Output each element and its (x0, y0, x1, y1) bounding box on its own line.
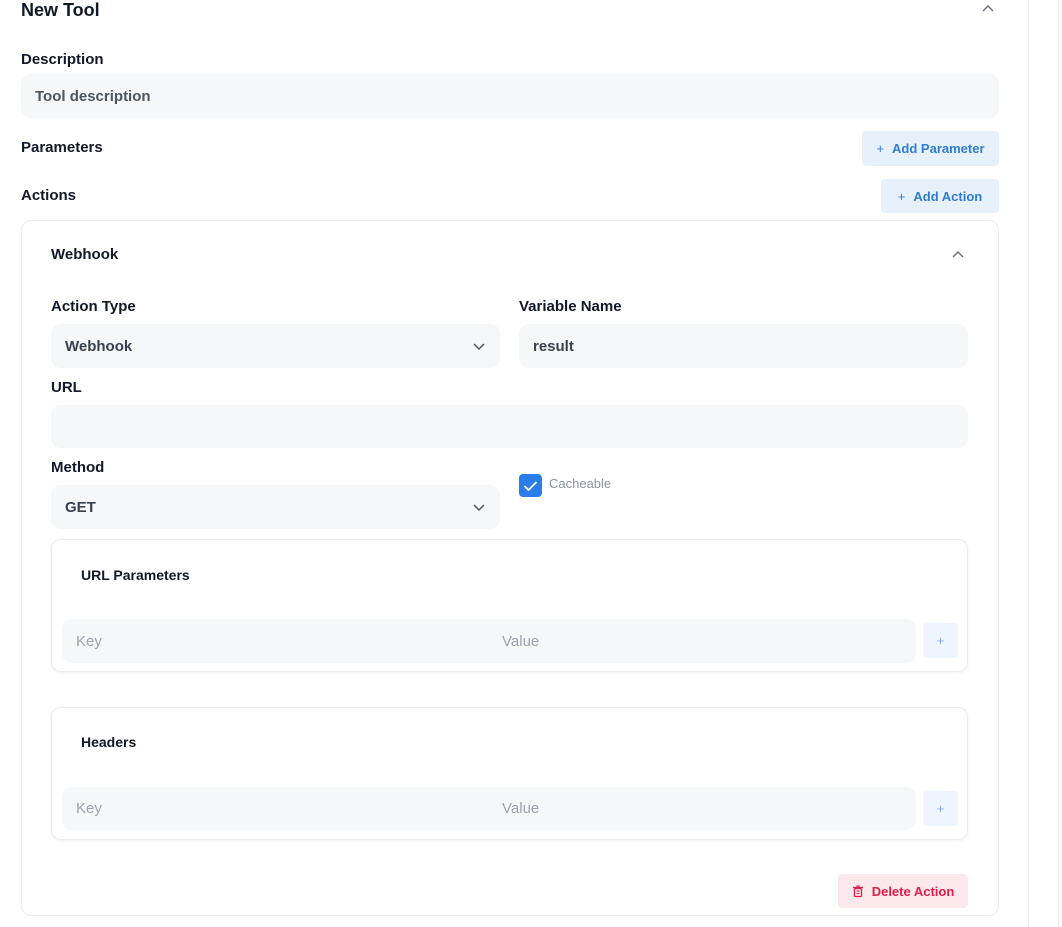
plus-icon: + (897, 188, 906, 204)
action-type-label: Action Type (51, 298, 136, 315)
action-type-select[interactable]: Webhook (51, 324, 500, 368)
tool-title: New Tool (21, 0, 100, 20)
key-placeholder: Key (76, 800, 102, 817)
variable-name-label: Variable Name (519, 298, 622, 315)
url-label: URL (51, 379, 82, 396)
chevron-down-icon (473, 343, 485, 351)
description-label: Description (21, 51, 104, 68)
plus-icon: + (936, 801, 945, 816)
scrollbar-track[interactable] (1058, 0, 1059, 927)
url-parameter-value-input[interactable]: Value (488, 619, 916, 663)
header-value-input[interactable]: Value (488, 787, 916, 830)
variable-name-value: result (533, 337, 574, 355)
header-row: Key Value (62, 787, 916, 830)
parameters-label: Parameters (21, 139, 103, 156)
headers-title: Headers (81, 734, 137, 750)
key-placeholder: Key (76, 632, 102, 650)
delete-action-button[interactable]: Delete Action (838, 874, 968, 908)
method-value: GET (65, 498, 96, 516)
add-action-button[interactable]: + Add Action (881, 179, 999, 213)
add-header-button[interactable]: + (923, 791, 958, 826)
collapse-tool-button[interactable] (980, 1, 998, 17)
chevron-down-icon (473, 504, 485, 512)
value-placeholder: Value (502, 800, 540, 817)
method-select[interactable]: GET (51, 485, 500, 529)
url-input[interactable] (51, 405, 968, 448)
collapse-action-button[interactable] (950, 247, 968, 263)
add-parameter-label: Add Parameter (892, 141, 985, 156)
actions-label: Actions (21, 187, 77, 204)
method-label: Method (51, 459, 105, 476)
description-value: Tool description (35, 87, 151, 105)
cacheable-label: Cacheable (549, 476, 612, 491)
panel-divider (1028, 0, 1029, 927)
variable-name-input[interactable]: result (519, 324, 968, 368)
url-parameter-row: Key Value (62, 619, 916, 663)
delete-action-label: Delete Action (871, 883, 955, 899)
action-type-value: Webhook (65, 337, 133, 355)
add-url-parameter-button[interactable]: + (923, 623, 958, 658)
tool-editor-page: New Tool Description Tool description Pa… (0, 0, 1062, 927)
trash-icon (852, 884, 863, 897)
add-parameter-button[interactable]: + Add Parameter (862, 131, 999, 166)
action-title: Webhook (51, 246, 119, 263)
add-action-label: Add Action (913, 188, 983, 204)
description-input[interactable]: Tool description (21, 74, 999, 118)
plus-icon: + (876, 141, 885, 156)
cacheable-checkbox[interactable] (519, 474, 542, 497)
value-placeholder: Value (502, 632, 540, 650)
chevron-up-icon (952, 250, 964, 258)
url-parameters-title: URL Parameters (81, 567, 190, 583)
url-parameter-key-input[interactable]: Key (62, 619, 488, 663)
header-key-input[interactable]: Key (62, 787, 488, 830)
plus-icon: + (936, 633, 945, 648)
check-icon (523, 480, 538, 491)
chevron-up-icon (982, 4, 994, 12)
